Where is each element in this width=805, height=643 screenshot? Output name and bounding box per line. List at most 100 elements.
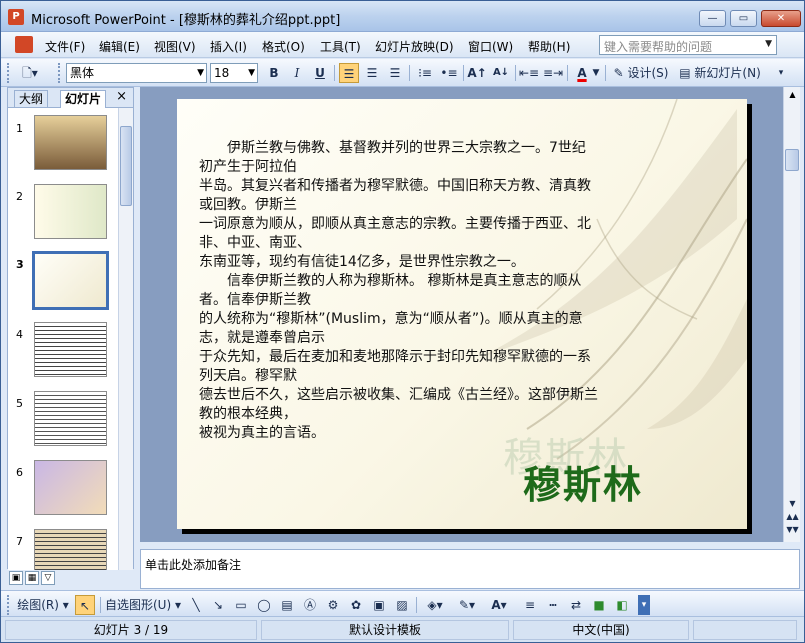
menu-file[interactable]: 文件(F) (45, 38, 85, 55)
picture-icon[interactable]: ▣ (369, 595, 389, 615)
notes-pane[interactable]: 单击此处添加备注 (140, 549, 800, 589)
image-icon[interactable]: ▨ (392, 595, 412, 615)
design-button[interactable]: ✎ 设计(S) (611, 63, 671, 83)
slide-body-text[interactable]: 伊斯兰教与佛教、基督教并列的世界三大宗教之一。7世纪初产生于阿拉伯 半岛。其复兴… (199, 139, 599, 443)
current-slide[interactable]: 伊斯兰教与佛教、基督教并列的世界三大宗教之一。7世纪初产生于阿拉伯 半岛。其复兴… (177, 99, 747, 529)
tab-outline[interactable]: 大纲 (14, 90, 49, 108)
toolbar-grip[interactable] (7, 595, 10, 615)
separator (334, 65, 335, 81)
menu-insert[interactable]: 插入(I) (210, 38, 247, 55)
minimize-button[interactable]: — (699, 10, 726, 27)
font-color-icon[interactable]: A▾ (485, 595, 513, 615)
body-line: 东南亚等，现约有信徒14亿多，是世界性宗教之一。 (199, 254, 525, 270)
line-style-icon[interactable]: ≡ (520, 595, 540, 615)
slide-sorter-icon[interactable]: ▦ (25, 571, 39, 585)
scroll-down-icon[interactable]: ▼ (785, 497, 800, 510)
increase-indent-icon[interactable]: ≡⇥ (543, 63, 563, 83)
slide-thumbnail-2[interactable] (34, 184, 107, 239)
textbox-icon[interactable]: ▤ (277, 595, 297, 615)
previous-slide-icon[interactable]: ▲▲ (785, 510, 800, 523)
3d-icon[interactable]: ◧ (612, 595, 632, 615)
slide-thumbnail-7[interactable] (34, 529, 107, 570)
align-left-icon[interactable]: ☰ (339, 63, 359, 83)
menu-window[interactable]: 窗口(W) (468, 38, 513, 55)
autoshapes-button[interactable]: 自选图形(U) ▾ (105, 595, 181, 615)
formatting-toolbar: 🗋▾ 黑体 ▼ 18 ▼ B I U ☰ ☰ ☰ ⁝≡ •≡ A↑ A↓ ⇤≡ … (1, 59, 804, 87)
slide-number: 4 (16, 328, 23, 341)
chevron-down-icon[interactable]: ▼ (591, 63, 601, 83)
separator (416, 597, 417, 613)
font-name-select[interactable]: 黑体 ▼ (66, 63, 207, 83)
wordart-icon[interactable]: Ⓐ (300, 595, 320, 615)
scrollbar-thumb[interactable] (120, 126, 132, 206)
separator (409, 65, 410, 81)
underline-button[interactable]: U (310, 63, 330, 83)
bulleted-list-icon[interactable]: •≡ (439, 63, 459, 83)
rectangle-icon[interactable]: ▭ (231, 595, 251, 615)
oval-icon[interactable]: ◯ (254, 595, 274, 615)
toolbar-options-icon[interactable]: ▾ (771, 63, 791, 83)
slide-thumbnail-6[interactable] (34, 460, 107, 515)
new-slide-button[interactable]: ▤ 新幻灯片(N) (675, 63, 765, 83)
status-language: 中文(中国) (513, 620, 689, 640)
slide-thumbnail-5[interactable] (34, 391, 107, 446)
decrease-indent-icon[interactable]: ⇤≡ (519, 63, 539, 83)
menu-edit[interactable]: 编辑(E) (99, 38, 140, 55)
align-right-icon[interactable]: ☰ (385, 63, 405, 83)
help-search-input[interactable]: 键入需要帮助的问题 ▼ (599, 35, 777, 55)
slide-thumbnail-1[interactable] (34, 115, 107, 170)
maximize-button[interactable]: ▭ (730, 10, 757, 27)
diagram-icon[interactable]: ⚙ (323, 595, 343, 615)
new-document-icon[interactable]: 🗋▾ (17, 63, 43, 83)
clipart-icon[interactable]: ✿ (346, 595, 366, 615)
menu-format[interactable]: 格式(O) (262, 38, 305, 55)
tab-slides[interactable]: 幻灯片 (60, 90, 107, 108)
slide-number: 6 (16, 466, 23, 479)
slide-thumbnail-4[interactable] (34, 322, 107, 377)
powerpoint-window: P Microsoft PowerPoint - [穆斯林的葬礼介绍ppt.pp… (0, 0, 805, 643)
menu-tools[interactable]: 工具(T) (320, 38, 361, 55)
arrow-icon[interactable]: ↘ (208, 595, 228, 615)
scrollbar-thumb[interactable] (785, 149, 799, 171)
slideshow-icon[interactable]: ▽ (41, 571, 55, 585)
slide-title[interactable]: 穆斯林 (523, 454, 643, 509)
new-slide-label: 新幻灯片(N) (694, 66, 761, 80)
slide-thumbnail-3[interactable] (32, 251, 109, 310)
menu-slideshow[interactable]: 幻灯片放映(D) (375, 38, 454, 55)
shadow-icon[interactable]: ■ (589, 595, 609, 615)
chevron-down-icon[interactable]: ▼ (765, 39, 772, 49)
font-size-select[interactable]: 18 ▼ (210, 63, 258, 83)
close-icon[interactable]: × (116, 89, 127, 104)
panel-scrollbar[interactable] (118, 108, 133, 570)
align-center-icon[interactable]: ☰ (362, 63, 382, 83)
line-color-icon[interactable]: ✎▾ (453, 595, 481, 615)
font-name-value: 黑体 (70, 66, 95, 80)
body-line: 的人统称为“穆斯林”(Muslim，意为“顺从者”)。顺从真主的意志，就是遵奉曾… (199, 311, 583, 346)
increase-font-icon[interactable]: A↑ (467, 63, 487, 83)
normal-view-icon[interactable]: ▣ (9, 571, 23, 585)
body-line: 半岛。其复兴者和传播者为穆罕默德。中国旧称天方教、清真教或回教。伊斯兰 (199, 178, 591, 213)
font-color-button[interactable]: A (572, 63, 592, 83)
line-icon[interactable]: ╲ (186, 595, 206, 615)
numbered-list-icon[interactable]: ⁝≡ (415, 63, 435, 83)
fill-color-icon[interactable]: ◈▾ (421, 595, 449, 615)
close-button[interactable]: ✕ (761, 10, 801, 27)
document-icon[interactable] (15, 36, 33, 53)
scroll-up-icon[interactable]: ▲ (785, 87, 800, 102)
toolbar-grip[interactable] (58, 63, 61, 83)
editor-scrollbar[interactable]: ▲ ▼ ▲▲ ▼▼ (783, 87, 800, 542)
next-slide-icon[interactable]: ▼▼ (785, 523, 800, 536)
dash-style-icon[interactable]: ┅ (543, 595, 563, 615)
bold-button[interactable]: B (264, 63, 284, 83)
powerpoint-icon[interactable]: P (8, 9, 24, 25)
decrease-font-icon[interactable]: A↓ (491, 63, 511, 83)
draw-menu-button[interactable]: 绘图(R) ▾ (17, 595, 69, 615)
toolbar-grip[interactable] (7, 63, 10, 83)
menu-help[interactable]: 帮助(H) (528, 38, 570, 55)
separator (567, 65, 568, 81)
arrow-style-icon[interactable]: ⇄ (566, 595, 586, 615)
italic-button[interactable]: I (287, 63, 307, 83)
menu-view[interactable]: 视图(V) (154, 38, 196, 55)
select-pointer-icon[interactable]: ↖ (75, 595, 95, 615)
toolbar-options-icon[interactable]: ▾ (638, 595, 650, 615)
